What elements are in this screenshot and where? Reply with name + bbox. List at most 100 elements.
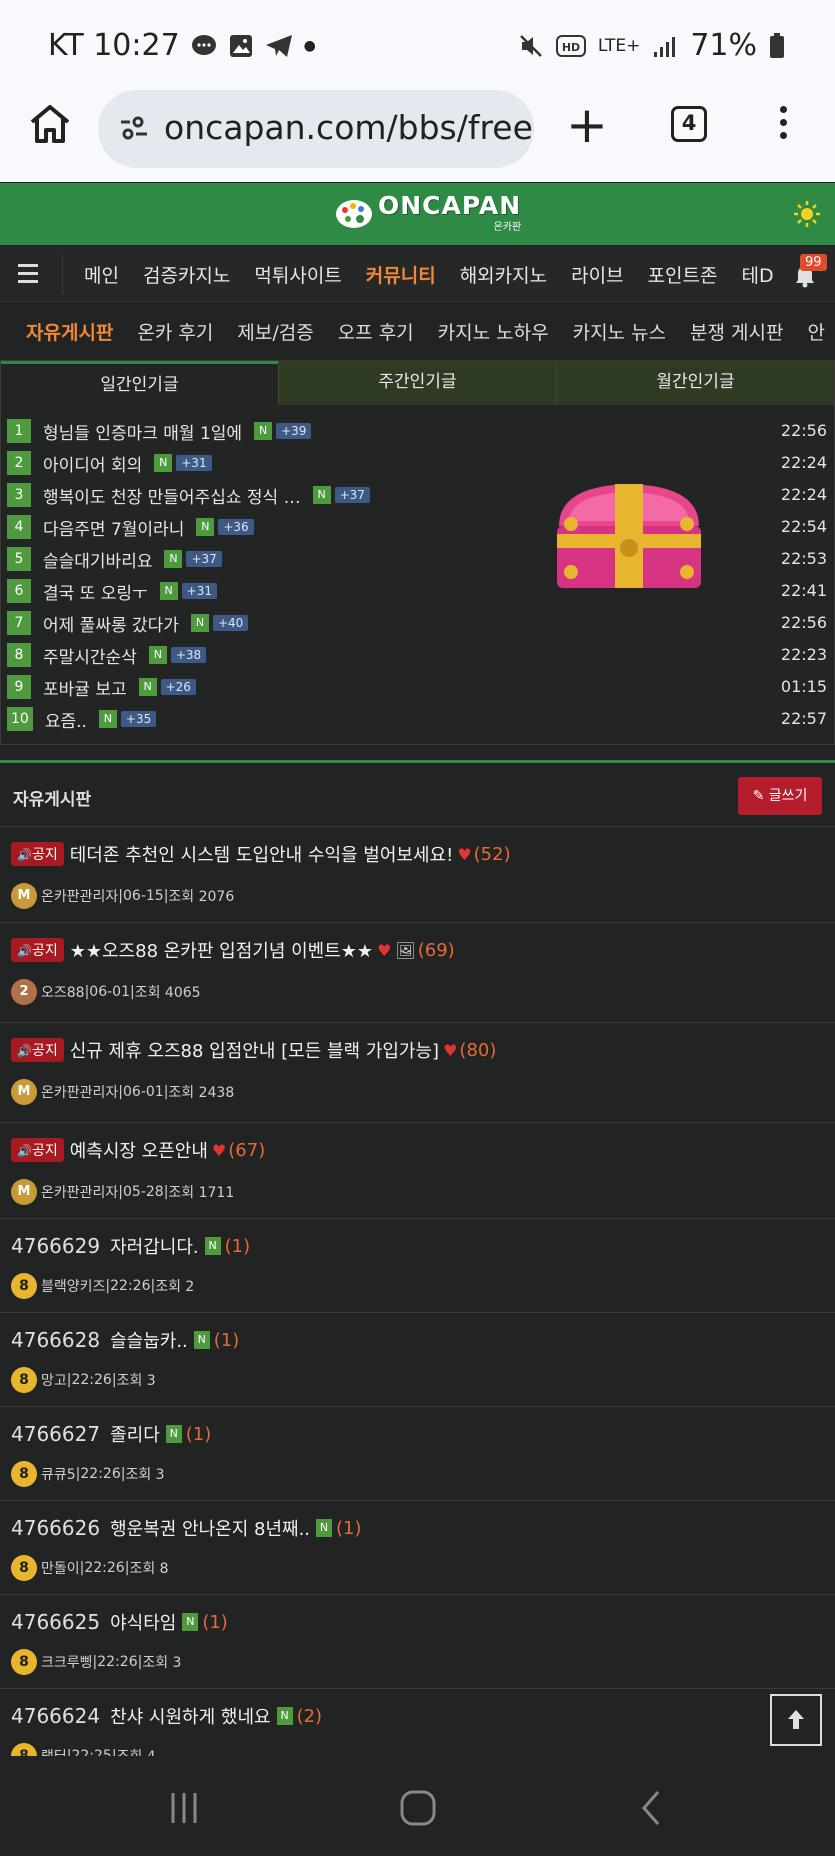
heart-icon: ♥: [457, 844, 472, 864]
board-post[interactable]: 4766627 졸리다 N (1) 8 큐큐5 | 22:26 | 조회 3: [0, 1407, 835, 1501]
recent-apps-icon[interactable]: [166, 1790, 202, 1826]
more-menu-icon[interactable]: [780, 106, 787, 145]
board-nav-item[interactable]: 카지노 뉴스: [573, 322, 666, 344]
board-nav-item[interactable]: 분쟁 게시판: [690, 322, 783, 344]
new-badge: N: [154, 454, 173, 472]
post-title[interactable]: 자러갑니다.: [110, 1233, 199, 1259]
popular-item-title[interactable]: 다음주면 7월이라니: [43, 515, 184, 540]
post-title[interactable]: 야식타임: [110, 1609, 176, 1635]
board-nav-item[interactable]: 안: [808, 322, 825, 344]
theme-toggle-icon[interactable]: [793, 200, 821, 228]
nav-item[interactable]: 테D: [741, 261, 773, 288]
post-author[interactable]: 오즈88: [41, 982, 85, 1002]
popular-item-title[interactable]: 아이디어 회의: [43, 451, 142, 476]
board-nav-item[interactable]: 오프 후기: [338, 322, 414, 344]
board-post[interactable]: 4766626 행운복권 안나온지 8년째.. N (1) 8 만돌이 | 22:26 |…: [0, 1501, 835, 1595]
home-nav-icon[interactable]: [398, 1788, 438, 1828]
post-time: 22:26: [110, 1278, 151, 1294]
popular-item-title[interactable]: 슬슬대기바리요: [43, 547, 152, 572]
comment-count-badge: +40: [212, 615, 249, 631]
notice-post[interactable]: 🔊공지 ★★오즈88 온카판 입점기념 이벤트★★ ♥ 🖼 (69) 2 오즈88 | 06…: [0, 923, 835, 1023]
popular-item-title[interactable]: 형님들 인증마크 매월 1일에: [43, 419, 242, 444]
popular-item[interactable]: 8 주말시간순삭 N +38 22:23: [7, 639, 827, 671]
speaker-icon: 🔊: [17, 944, 32, 958]
nav-item[interactable]: 커뮤니티: [366, 261, 436, 288]
post-author[interactable]: 크크루삥: [41, 1652, 93, 1672]
post-date: 05-28: [123, 1184, 164, 1200]
board-nav-item[interactable]: 카지노 노하우: [438, 322, 549, 344]
post-title[interactable]: 신규 제휴 오즈88 입점안내 [모든 블랙 가입가능]: [70, 1037, 439, 1063]
nav-item[interactable]: 먹튀사이트: [254, 261, 341, 288]
post-title[interactable]: 테더존 추천인 시스템 도입안내 수익을 벌어보세요!: [70, 841, 454, 867]
notice-post[interactable]: 🔊공지 신규 제휴 오즈88 입점안내 [모든 블랙 가입가능] ♥ (80) M 온카판…: [0, 1023, 835, 1123]
scroll-top-button[interactable]: [770, 1694, 822, 1746]
write-button[interactable]: ✎ 글쓰기: [738, 777, 822, 815]
post-author[interactable]: 온카판관리자: [41, 1182, 118, 1202]
popular-tab[interactable]: 월간인기글: [556, 361, 834, 405]
popular-item[interactable]: 7 어제 풀싸롱 갔다가 N +40 22:56: [7, 607, 827, 639]
notice-post[interactable]: 🔊공지 예측시장 오픈안내 ♥ (67) M 온카판관리자 | 05-28 | 조회 17…: [0, 1123, 835, 1219]
nav-item[interactable]: 메인: [84, 261, 119, 288]
post-title[interactable]: 슬슬눕카..: [110, 1327, 188, 1353]
popular-item-title[interactable]: 요즘..: [45, 707, 87, 732]
level-badge: 8: [11, 1273, 37, 1299]
notice-post[interactable]: 🔊공지 테더존 추천인 시스템 도입안내 수익을 벌어보세요! ♥ (52) M 온카판관…: [0, 827, 835, 923]
post-title-row: 4766629 자러갑니다. N (1): [11, 1233, 835, 1259]
popular-item-title[interactable]: 행복이도 천장 만들어주십쇼 정식 …: [43, 483, 301, 508]
treasure-chest-icon[interactable]: [549, 476, 709, 596]
post-title[interactable]: 예측시장 오픈안내: [70, 1137, 208, 1163]
nav-item[interactable]: 라이브: [571, 261, 623, 288]
post-author[interactable]: 만돌이: [41, 1558, 80, 1578]
menu-icon[interactable]: [18, 264, 38, 288]
post-author[interactable]: 블랙양키즈: [41, 1276, 105, 1296]
url-field[interactable]: oncapan.com/bbs/free: [98, 90, 534, 168]
nav-item[interactable]: 해외카지노: [460, 261, 547, 288]
post-author[interactable]: 큐큐5: [41, 1464, 76, 1484]
post-date: 06-01: [89, 984, 130, 1000]
board-nav-item[interactable]: 자유게시판: [26, 322, 113, 344]
popular-item-title[interactable]: 포바귤 보고: [43, 675, 127, 700]
post-views: 조회 4065: [134, 985, 201, 1001]
telegram-icon: [265, 34, 292, 57]
board-nav-item[interactable]: 제보/검증: [237, 322, 313, 344]
battery-icon: [770, 32, 784, 58]
nav-item[interactable]: 포인트존: [648, 261, 718, 288]
browser-toolbar: oncapan.com/bbs/free + 4: [0, 90, 835, 182]
post-title[interactable]: 졸리다: [110, 1421, 160, 1447]
speaker-icon: 🔊: [17, 1144, 32, 1158]
network-label: LTE+: [597, 35, 641, 56]
popular-item-title[interactable]: 주말시간순삭: [43, 643, 137, 668]
post-title[interactable]: ★★오즈88 온카판 입점기념 이벤트★★: [70, 937, 373, 963]
post-title[interactable]: 찬샤 시원하게 했네요: [110, 1703, 270, 1729]
new-badge: N: [196, 518, 215, 536]
board-post[interactable]: 4766628 슬슬눕카.. N (1) 8 망고 | 22:26 | 조회 3: [0, 1313, 835, 1407]
new-tab-button[interactable]: +: [566, 100, 608, 150]
board-post[interactable]: 4766629 자러갑니다. N (1) 8 블랙양키즈 | 22:26 | 조회 2: [0, 1219, 835, 1313]
post-author[interactable]: 온카판관리자: [41, 886, 118, 906]
popular-tab[interactable]: 일간인기글: [1, 361, 278, 405]
popular-item-time: 01:15: [780, 677, 827, 696]
site-settings-icon[interactable]: [118, 112, 150, 144]
popular-item-title[interactable]: 어제 풀싸롱 갔다가: [43, 611, 179, 636]
new-badge: N: [204, 1237, 221, 1255]
nav-item[interactable]: 검증카지노: [143, 261, 230, 288]
popular-tab[interactable]: 주간인기글: [278, 361, 556, 405]
board-post[interactable]: 4766625 야식타임 N (1) 8 크크루삥 | 22:26 | 조회 3: [0, 1595, 835, 1689]
popular-item-title[interactable]: 결국 또 오링ㅜ: [43, 579, 148, 604]
post-author[interactable]: 온카판관리자: [41, 1082, 118, 1102]
popular-item[interactable]: 9 포바귤 보고 N +26 01:15: [7, 671, 827, 703]
post-meta: 8 만돌이 | 22:26 | 조회 8: [11, 1555, 835, 1581]
comment-count-badge: +35: [120, 711, 157, 727]
popular-item[interactable]: 2 아이디어 회의 N +31 22:24: [7, 447, 827, 479]
board-nav-item[interactable]: 온카 후기: [137, 322, 213, 344]
post-title[interactable]: 행운복권 안나온지 8년째..: [110, 1515, 310, 1541]
post-author[interactable]: 망고: [41, 1370, 67, 1390]
popular-item[interactable]: 10 요즘.. N +35 22:57: [7, 703, 827, 735]
back-icon[interactable]: [636, 1788, 666, 1828]
site-logo[interactable]: ONCAPAN 온카판: [334, 193, 521, 233]
popular-item[interactable]: 1 형님들 인증마크 매월 1일에 N +39 22:56: [7, 415, 827, 447]
notice-label: 공지: [31, 1043, 58, 1059]
tab-switcher-button[interactable]: 4: [671, 106, 707, 142]
home-icon[interactable]: [28, 102, 72, 146]
heart-icon: ♥: [377, 940, 392, 960]
